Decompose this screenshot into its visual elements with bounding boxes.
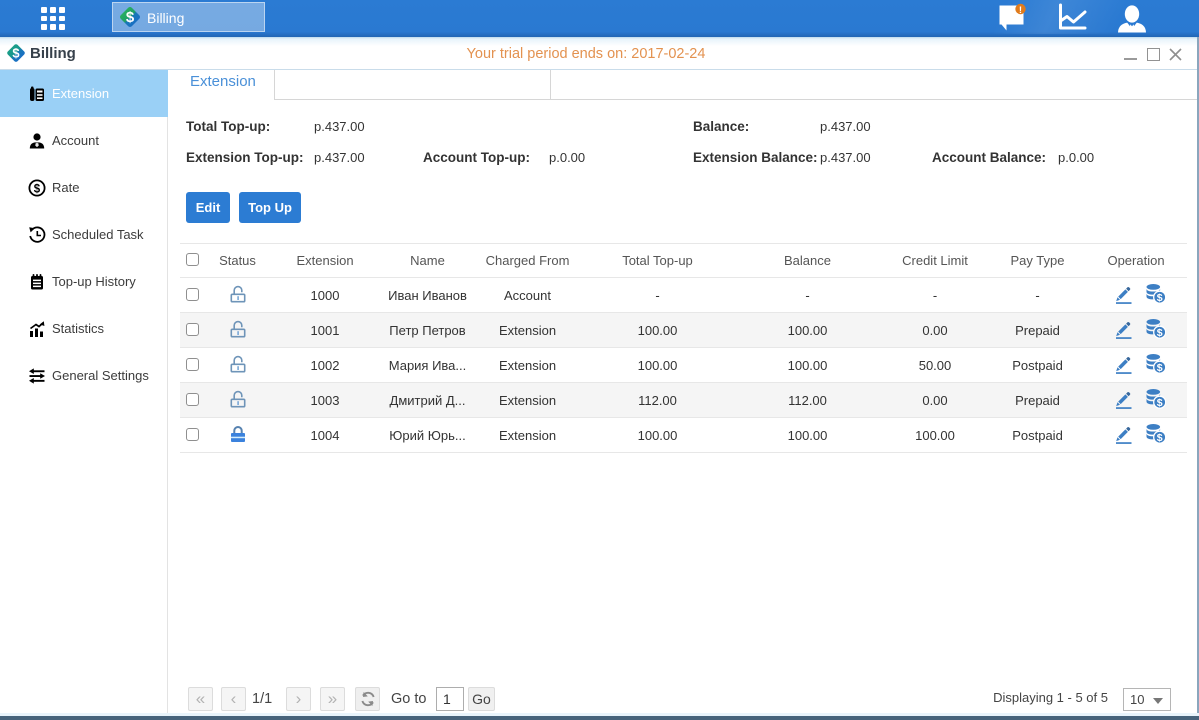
svg-text:$: $ <box>1156 362 1162 374</box>
svg-text:$: $ <box>126 9 135 26</box>
svg-text:$: $ <box>1156 397 1162 409</box>
svg-text:$: $ <box>1156 327 1162 339</box>
svg-text:$: $ <box>1156 292 1162 304</box>
svg-text:$: $ <box>12 46 19 61</box>
svg-text:$: $ <box>34 183 41 195</box>
svg-text:!: ! <box>1019 5 1022 16</box>
svg-text:$: $ <box>1156 432 1162 444</box>
